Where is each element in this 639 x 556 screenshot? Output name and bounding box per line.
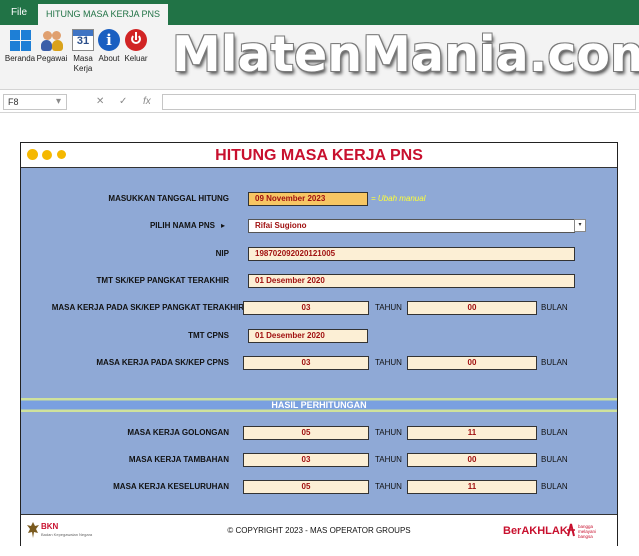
tab-file[interactable]: File xyxy=(4,0,34,25)
power-icon xyxy=(125,29,147,51)
cancel-icon[interactable]: ✕ xyxy=(96,94,104,110)
tab-hitung-masa-kerja[interactable]: HITUNG MASA KERJA PNS V.2.0 xyxy=(38,4,168,40)
berakhlak-tagline: bangga melayani bangsa xyxy=(578,524,596,539)
mk-golongan-label: MASA KERJA GOLONGAN xyxy=(127,428,229,437)
pegawai-label: Pegawai xyxy=(36,54,68,63)
masa-kerja-form: HITUNG MASA KERJA PNS MASUKKAN TANGGAL H… xyxy=(20,142,618,546)
masa-kerja-label-2: Kerja xyxy=(73,64,93,73)
tahun-unit: TAHUN xyxy=(375,428,402,437)
nip-label: NIP xyxy=(215,249,229,258)
bulan-unit: BULAN xyxy=(541,428,568,437)
info-icon: i xyxy=(98,29,120,51)
tahun-unit: TAHUN xyxy=(375,482,402,491)
watermark: MlatenMania.com xyxy=(172,26,639,83)
tanggal-hitung-input[interactable]: 09 November 2023 xyxy=(248,192,368,206)
bulan-unit: BULAN xyxy=(541,303,568,312)
nama-pns-label: PILIH NAMA PNS xyxy=(149,221,215,230)
formula-bar: F8 ▾ ✕ ✓ fx xyxy=(0,91,639,113)
mk-tambahan-bulan-field: 00 xyxy=(407,453,537,467)
tahun-unit: TAHUN xyxy=(375,455,402,464)
tmt-cpns-label: TMT CPNS xyxy=(188,331,229,340)
arrow-right-icon: ▸ xyxy=(221,221,226,230)
ribbon-tab-bar: File HITUNG MASA KERJA PNS V.2.0 xyxy=(0,0,639,40)
calendar-number: 31 xyxy=(76,35,90,47)
tmt-cpns-field: 01 Desember 2020 xyxy=(248,329,368,343)
mk-sk-bulan-field: 00 xyxy=(407,301,537,315)
tmt-sk-field: 01 Desember 2020 xyxy=(248,274,575,288)
mk-cpns-tahun-field: 03 xyxy=(243,356,369,370)
tanggal-hitung-label: MASUKKAN TANGGAL HITUNG xyxy=(108,194,229,203)
form-header: HITUNG MASA KERJA PNS xyxy=(21,143,617,168)
mk-tambahan-tahun-field: 03 xyxy=(243,453,369,467)
berakhlak-mark-icon xyxy=(567,523,575,537)
bulan-unit: BULAN xyxy=(541,358,568,367)
tmt-sk-label: TMT SK/KEP PANGKAT TERAKHIR xyxy=(96,276,229,285)
bulan-unit: BULAN xyxy=(541,455,568,464)
tahun-unit: TAHUN xyxy=(375,358,402,367)
tahun-unit: TAHUN xyxy=(375,303,402,312)
nip-field: 198702092020121005 xyxy=(248,247,575,261)
mk-keseluruhan-label: MASA KERJA KESELURUHAN xyxy=(113,482,229,491)
mk-sk-tahun-field: 03 xyxy=(243,301,369,315)
form-footer: BKN Badan Kepegawaian Negara © COPYRIGHT… xyxy=(21,514,617,546)
mk-cpns-label: MASA KERJA PADA SK/KEP CPNS xyxy=(96,358,229,367)
bulan-unit: BULAN xyxy=(541,482,568,491)
mk-keseluruhan-bulan-field: 11 xyxy=(407,480,537,494)
mk-keseluruhan-tahun-field: 05 xyxy=(243,480,369,494)
windows-icon xyxy=(9,29,31,51)
function-icon[interactable]: fx xyxy=(143,94,151,110)
pegawai-button[interactable]: Pegawai xyxy=(35,29,69,64)
users-icon xyxy=(41,29,63,51)
masa-kerja-label-1: Masa xyxy=(73,54,93,63)
beranda-button[interactable]: Beranda xyxy=(3,29,37,64)
keluar-button[interactable]: Keluar xyxy=(119,29,153,64)
keluar-label: Keluar xyxy=(124,54,148,63)
mk-cpns-bulan-field: 00 xyxy=(407,356,537,370)
beranda-label: Beranda xyxy=(4,54,36,63)
mk-golongan-tahun-field: 05 xyxy=(243,426,369,440)
berakhlak-logo-text: BerAKHLAK xyxy=(503,525,568,537)
about-label: About xyxy=(98,54,120,63)
form-title: HITUNG MASA KERJA PNS xyxy=(215,147,423,164)
nama-pns-select[interactable]: Rifai Sugiono xyxy=(248,219,575,233)
enter-icon[interactable]: ✓ xyxy=(119,94,127,110)
tagline-bangsa: bangsa xyxy=(578,534,593,539)
hasil-perhitungan-header: HASIL PERHITUNGAN xyxy=(21,398,617,412)
mk-golongan-bulan-field: 11 xyxy=(407,426,537,440)
formula-input[interactable] xyxy=(162,94,636,110)
ubah-manual-note: = Ubah manual xyxy=(371,194,426,203)
chevron-down-icon[interactable]: ▾ xyxy=(574,219,586,232)
mk-sk-label: MASA KERJA PADA SK/KEP PANGKAT TERAKHIR xyxy=(51,303,244,312)
name-box-dropdown-icon[interactable]: ▾ xyxy=(56,94,61,110)
calendar-icon: 31 xyxy=(72,29,94,51)
mk-tambahan-label: MASA KERJA TAMBAHAN xyxy=(128,455,229,464)
